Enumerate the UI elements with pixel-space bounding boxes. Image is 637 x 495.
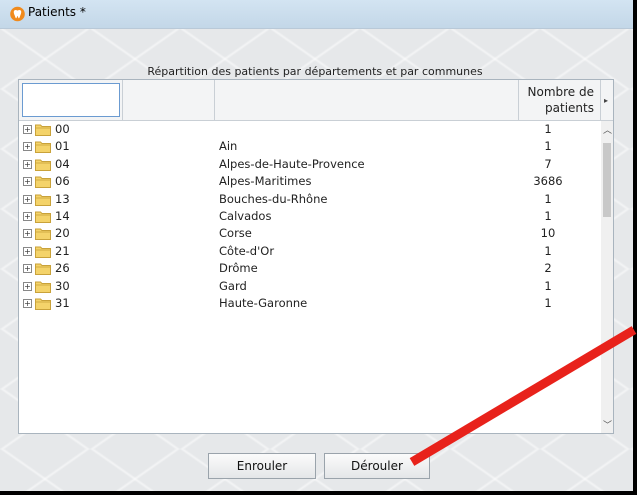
patient-count: 1 — [544, 295, 552, 310]
plus-box-icon[interactable]: + — [23, 142, 32, 152]
patients-grid[interactable]: Nombre de patients ▸ +00 1 +01 Ain 1 +04 Alpes… — [18, 79, 614, 434]
column-header-2[interactable] — [123, 80, 215, 120]
department-name: Corse — [219, 226, 252, 241]
window-title: Patients * — [28, 5, 86, 19]
department-name: Côte-d'Or — [219, 243, 275, 258]
column-filter-input[interactable] — [22, 83, 120, 117]
department-code: 20 — [55, 226, 70, 241]
department-name: Calvados — [219, 208, 272, 223]
folder-icon — [35, 159, 51, 171]
department-name: Bouches-du-Rhône — [219, 191, 328, 206]
folder-icon — [35, 263, 51, 276]
plus-box-icon[interactable]: + — [23, 229, 32, 239]
table-row[interactable]: +31 Haute-Garonne 1 — [19, 295, 599, 312]
column-header-3[interactable] — [215, 80, 519, 120]
department-code: 00 — [55, 122, 70, 136]
patient-count: 1 — [544, 208, 552, 223]
expand-button[interactable]: Dérouler — [324, 453, 430, 479]
table-row[interactable]: +21 Côte-d'Or 1 — [19, 243, 599, 260]
folder-icon — [35, 228, 51, 241]
folder-icon — [35, 246, 51, 258]
patient-count: 1 — [544, 191, 552, 206]
patient-count: 1 — [544, 139, 552, 154]
department-name: Gard — [219, 278, 247, 293]
grid-rows: +00 1 +01 Ain 1 +04 Alpes-de-Haute-Provence 7 +0… — [19, 121, 599, 312]
table-caption: Répartition des patients par département… — [147, 65, 483, 78]
department-name: Alpes-de-Haute-Provence — [219, 156, 365, 171]
patient-count: 10 — [540, 226, 556, 241]
plus-box-icon[interactable]: + — [23, 281, 32, 291]
department-code: 01 — [55, 139, 70, 154]
plus-box-icon[interactable]: + — [23, 177, 32, 187]
department-name: Drôme — [219, 261, 258, 276]
column-header-count[interactable]: Nombre de patients — [519, 80, 601, 120]
table-row[interactable]: +01 Ain 1 — [19, 138, 599, 155]
patient-count: 1 — [544, 243, 552, 258]
patient-count: 1 — [544, 122, 552, 136]
collapse-button[interactable]: Enrouler — [208, 453, 316, 479]
scrollbar-thumb[interactable] — [603, 143, 611, 217]
table-row[interactable]: +30 Gard 1 — [19, 278, 599, 295]
department-code: 13 — [55, 191, 70, 206]
plus-box-icon[interactable]: + — [23, 125, 32, 134]
table-row[interactable]: +04 Alpes-de-Haute-Provence 7 — [19, 156, 599, 173]
folder-icon — [35, 298, 51, 310]
chevron-down-icon[interactable]: ﹀ — [603, 418, 612, 431]
folder-icon — [35, 124, 51, 136]
plus-box-icon[interactable]: + — [23, 298, 32, 308]
plus-box-icon[interactable]: + — [23, 194, 32, 204]
patient-count: 3686 — [533, 174, 563, 189]
table-row[interactable]: +14 Calvados 1 — [19, 208, 599, 225]
department-code: 30 — [55, 278, 70, 293]
department-code: 14 — [55, 208, 70, 223]
plus-box-icon[interactable]: + — [23, 246, 32, 256]
plus-box-icon[interactable]: + — [23, 159, 32, 169]
column-header-filter[interactable] — [19, 80, 123, 120]
department-name: Haute-Garonne — [219, 295, 308, 310]
department-name: Ain — [219, 139, 238, 154]
patient-count: 2 — [544, 261, 552, 276]
table-row[interactable]: +20 Corse 10 — [19, 225, 599, 242]
patient-count: 1 — [544, 278, 552, 293]
title-bar: Patients * — [0, 0, 633, 29]
tooth-icon — [10, 6, 25, 22]
table-row[interactable]: +06 Alpes-Maritimes 3686 — [19, 173, 599, 190]
folder-icon — [35, 176, 51, 189]
table-row[interactable]: +26 Drôme 2 — [19, 260, 599, 277]
folder-icon — [35, 211, 51, 223]
department-code: 04 — [55, 156, 70, 171]
folder-icon — [35, 194, 51, 206]
patient-count: 7 — [544, 156, 552, 171]
folder-icon — [35, 141, 51, 154]
grid-header: Nombre de patients ▸ — [19, 80, 613, 121]
chevron-up-icon[interactable]: ︿ — [603, 123, 612, 136]
department-name: Alpes-Maritimes — [219, 174, 312, 189]
vertical-scrollbar[interactable]: ︿ ﹀ — [601, 121, 613, 433]
plus-box-icon[interactable]: + — [23, 264, 32, 274]
folder-icon — [35, 281, 51, 293]
department-code: 21 — [55, 243, 70, 258]
table-row[interactable]: +13 Bouches-du-Rhône 1 — [19, 191, 599, 208]
chevron-right-icon: ▸ — [604, 96, 609, 105]
department-code: 06 — [55, 174, 70, 189]
header-scroll-right-button[interactable]: ▸ — [601, 80, 613, 120]
patients-window: Patients * Répartition des patients par … — [0, 0, 637, 495]
department-code: 31 — [55, 295, 70, 310]
plus-box-icon[interactable]: + — [23, 211, 32, 221]
table-row[interactable]: +00 1 — [19, 121, 599, 138]
department-code: 26 — [55, 261, 70, 276]
